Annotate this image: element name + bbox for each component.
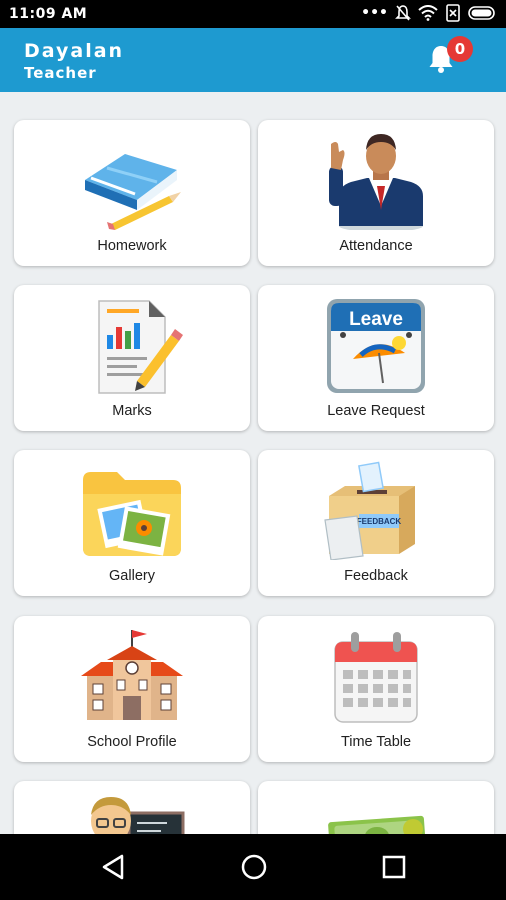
leave-calendar-icon: Leave	[327, 299, 425, 393]
attendance-person-icon	[329, 134, 423, 230]
menu-item-partial-right[interactable]	[258, 781, 494, 834]
menu-label: Feedback	[344, 568, 408, 584]
school-building-icon	[81, 630, 183, 720]
user-role: Teacher	[24, 64, 97, 82]
menu-label: School Profile	[87, 734, 177, 750]
gallery-folder-icon	[83, 472, 181, 556]
status-time: 11:09 AM	[9, 6, 88, 22]
menu-label: Homework	[97, 238, 167, 254]
feedback-box-icon: FEEDBACK	[324, 461, 415, 560]
menu-feedback[interactable]: FEEDBACK Feedback	[258, 450, 494, 596]
menu-gallery[interactable]: Gallery	[14, 450, 250, 596]
menu-time-table[interactable]: Time Table	[258, 616, 494, 762]
homework-book-icon	[85, 154, 181, 230]
no-sim-icon	[446, 4, 460, 22]
menu-label: Time Table	[340, 734, 412, 750]
menu-item-partial-left[interactable]	[14, 781, 250, 834]
menu-school-profile[interactable]: School Profile	[14, 616, 250, 762]
menu-grid: Homework Attendance Marks Leave Leave Re…	[0, 92, 506, 834]
back-icon[interactable]	[98, 851, 130, 883]
menu-label: Gallery	[109, 568, 155, 584]
navigation-bar	[0, 834, 506, 900]
timetable-calendar-icon	[334, 632, 418, 723]
user-name: Dayalan	[24, 40, 125, 62]
feedback-icon-text: FEEDBACK	[357, 517, 402, 526]
home-icon[interactable]	[238, 851, 270, 883]
recents-icon[interactable]	[378, 851, 410, 883]
money-icon	[328, 815, 426, 834]
status-icons: •••	[361, 4, 498, 22]
menu-attendance[interactable]: Attendance	[258, 120, 494, 266]
menu-label: Attendance	[339, 238, 413, 254]
more-dots-icon: •••	[361, 5, 388, 21]
marks-report-icon	[98, 300, 183, 394]
mute-icon	[395, 5, 411, 21]
notification-badge: 0	[447, 36, 473, 62]
menu-label: Leave Request	[327, 403, 425, 419]
wifi-icon	[418, 5, 438, 21]
menu-marks[interactable]: Marks	[14, 285, 250, 431]
menu-label: Marks	[112, 403, 152, 419]
menu-leave-request[interactable]: Leave Leave Request	[258, 285, 494, 431]
leave-icon-text: Leave	[349, 309, 403, 330]
menu-homework[interactable]: Homework	[14, 120, 250, 266]
status-bar: 11:09 AM •••	[0, 0, 506, 28]
battery-icon	[468, 6, 495, 20]
teacher-blackboard-icon	[91, 797, 185, 834]
app-bar: Dayalan Teacher 0	[0, 28, 506, 92]
